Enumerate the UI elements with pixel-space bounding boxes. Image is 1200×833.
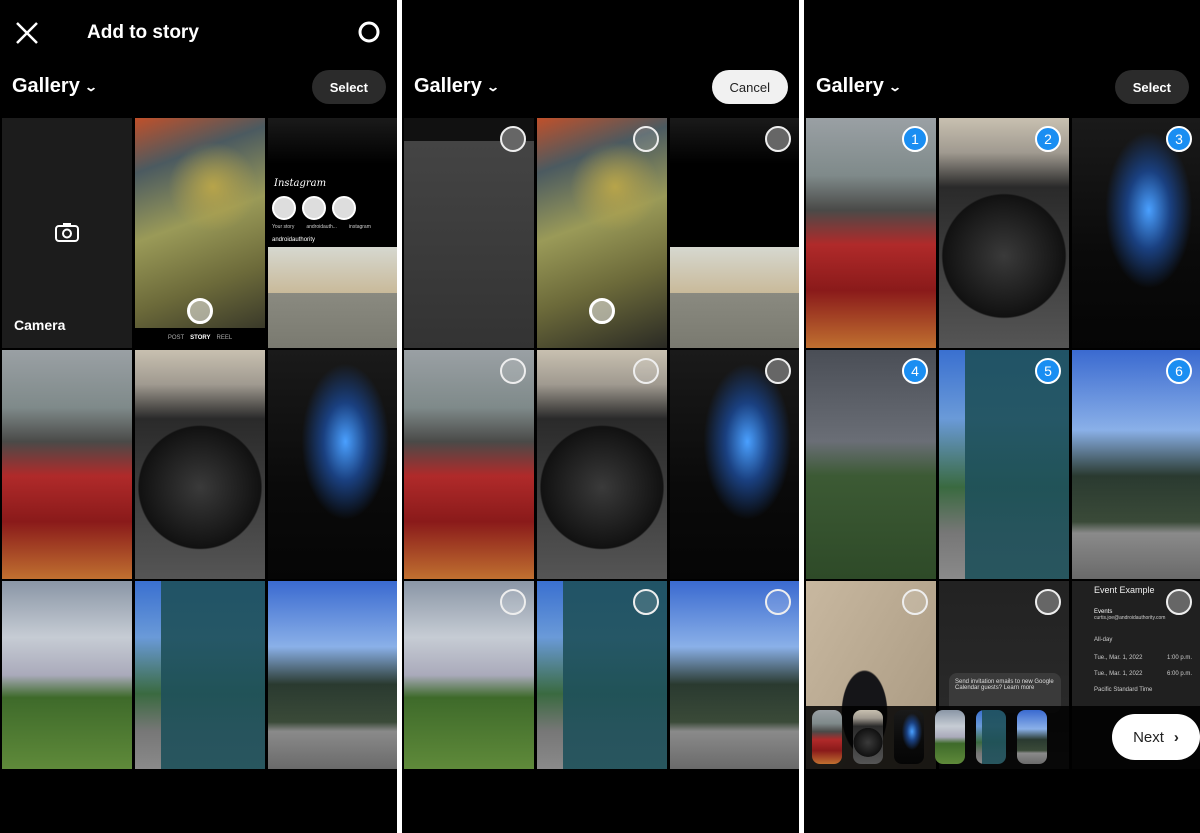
next-button[interactable]: Next › [1112,714,1200,760]
story-avatar [302,196,326,220]
chevron-down-icon: ⌄ [485,79,500,94]
media-tile[interactable] [670,118,799,348]
media-tile[interactable] [537,581,667,769]
selected-thumbnail[interactable] [853,710,883,764]
media-tile[interactable] [537,350,667,579]
stories-row [272,196,356,220]
multi-selected-screen: Gallery ⌄ Select 1 2 3 4 5 6 Send invitat… [804,0,1200,833]
select-checkbox[interactable] [765,358,791,384]
media-tile[interactable] [670,581,799,769]
chevron-down-icon: ⌄ [887,79,902,94]
media-grid: Camera POST STORY REEL Instagram Your stor… [2,118,397,769]
story-avatar [272,196,296,220]
account-name: androidauthority [272,237,316,243]
event-title: Event Example [1094,585,1155,595]
select-checkbox[interactable] [500,358,526,384]
media-tile[interactable] [268,581,397,769]
start-time: 1:00 p.m. [1166,655,1192,661]
instagram-logo: Instagram [274,178,327,189]
selected-thumbnail[interactable] [1017,710,1047,764]
media-tile[interactable] [2,581,132,769]
media-tile[interactable] [404,350,534,579]
media-tile[interactable] [2,350,132,579]
add-to-story-screen: Add to story Gallery ⌄ Select Camera POST… [0,0,397,833]
media-tile[interactable]: POST STORY REEL [135,118,265,348]
end-date: Tue., Mar. 1, 2022 [1094,671,1143,677]
chevron-right-icon: › [1173,728,1179,746]
story-label: androidauth... [306,224,337,230]
select-button[interactable]: Select [311,70,386,104]
select-button[interactable]: Select [1114,70,1189,104]
selection-badge[interactable]: 1 [902,126,928,152]
select-checkbox[interactable] [500,589,526,615]
media-tile[interactable]: 4 [806,350,936,579]
media-tile[interactable] [268,350,397,579]
select-checkbox[interactable] [633,358,659,384]
next-label: Next [1133,728,1164,746]
selection-badge[interactable]: 6 [1166,358,1192,384]
media-tile[interactable] [537,118,667,348]
selected-thumbnail[interactable] [812,710,842,764]
media-grid [404,118,799,769]
select-checkbox[interactable] [500,126,526,152]
media-tile[interactable] [135,581,265,769]
shutter-icon [187,298,213,324]
cancel-button[interactable]: Cancel [711,70,788,104]
shutter-icon [589,298,615,324]
gallery-label: Gallery [12,75,80,97]
selection-badge[interactable]: 4 [902,358,928,384]
select-mode-screen: Gallery ⌄ Cancel [402,0,799,833]
story-label: Your story [272,224,295,230]
selection-badge[interactable]: 5 [1035,358,1061,384]
media-tile[interactable]: 5 [939,350,1069,579]
mode-post: POST [167,335,185,341]
camera-label: Camera [14,317,66,333]
select-checkbox[interactable] [1035,589,1061,615]
media-tile[interactable] [404,118,534,348]
media-tile[interactable]: 2 [939,118,1069,348]
selected-thumbnail[interactable] [894,710,924,764]
mode-story: STORY [190,335,211,341]
gallery-dropdown[interactable]: Gallery ⌄ [816,75,902,98]
media-tile[interactable] [135,350,265,579]
camera-icon [55,223,79,242]
page-title: Add to story [87,22,199,43]
media-tile[interactable] [670,350,799,579]
select-checkbox[interactable] [765,126,791,152]
select-checkbox[interactable] [633,126,659,152]
close-icon[interactable] [14,20,40,46]
gallery-dropdown[interactable]: Gallery ⌄ [414,75,500,98]
media-tile[interactable]: 1 [806,118,936,348]
select-checkbox[interactable] [633,589,659,615]
timezone: Pacific Standard Time [1094,687,1153,693]
gallery-label: Gallery [414,75,482,97]
media-tile[interactable]: 3 [1072,118,1200,348]
camera-tile[interactable]: Camera [2,118,132,348]
select-checkbox[interactable] [902,589,928,615]
mode-reel: REEL [216,335,233,341]
media-tile[interactable]: 6 [1072,350,1200,579]
media-tile[interactable]: Instagram Your story androidauth... instag… [268,118,397,348]
story-avatar [332,196,356,220]
selection-badge[interactable]: 2 [1035,126,1061,152]
end-time: 6:00 p.m. [1166,671,1192,677]
media-tile[interactable] [404,581,534,769]
gallery-dropdown[interactable]: Gallery ⌄ [12,75,98,98]
chevron-down-icon: ⌄ [83,79,98,94]
selected-thumbnail[interactable] [935,710,965,764]
all-day-label: All-day [1094,637,1113,643]
selected-thumbnail[interactable] [976,710,1006,764]
select-checkbox[interactable] [765,589,791,615]
event-email: curtis.joe@androidauthority.com [1094,615,1166,621]
story-label: instagram [348,224,371,230]
select-checkbox[interactable] [1166,589,1192,615]
camera-mode-bar: POST STORY REEL [135,328,265,348]
media-grid: 1 2 3 4 5 6 Send invitation emails to ne… [806,118,1200,769]
gallery-label: Gallery [816,75,884,97]
selection-badge[interactable]: 3 [1166,126,1192,152]
start-date: Tue., Mar. 1, 2022 [1094,655,1143,661]
settings-icon[interactable] [357,20,381,44]
